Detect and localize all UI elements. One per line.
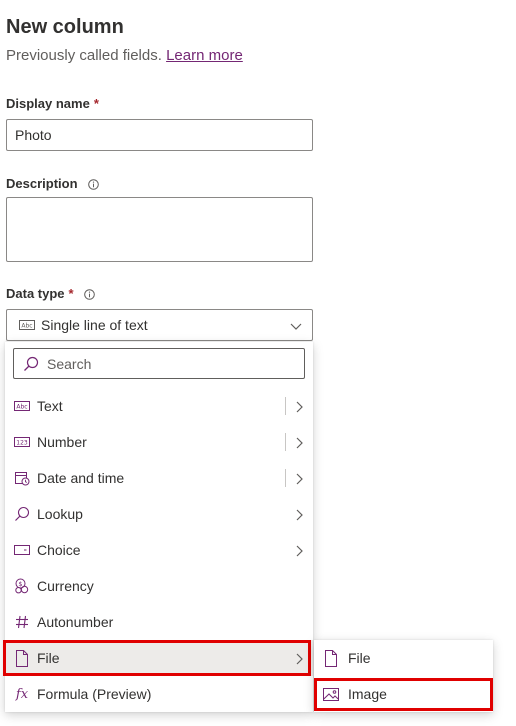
data-type-selected: Single line of text: [41, 317, 148, 333]
choice-icon: [13, 541, 31, 559]
submenu-item-file[interactable]: File: [314, 640, 493, 676]
menu-item-file[interactable]: File: [5, 640, 313, 676]
submenu-item-image[interactable]: Image: [314, 676, 493, 712]
info-icon[interactable]: [87, 178, 99, 190]
menu-item-lookup[interactable]: Lookup: [5, 496, 313, 532]
image-icon: [322, 685, 340, 703]
data-type-label: Data type *: [6, 286, 95, 301]
chevron-right-icon: [294, 508, 304, 521]
currency-icon: $: [13, 577, 31, 595]
subtitle-text: Previously called fields.: [6, 47, 162, 64]
menu-item-autonumber[interactable]: Autonumber: [5, 604, 313, 640]
display-name-input[interactable]: Photo: [6, 119, 313, 151]
search-placeholder: Search: [47, 355, 92, 372]
description-label: Description: [6, 176, 99, 191]
chevron-right-icon: [294, 472, 304, 485]
data-type-menu: Search Abc Text 123 Number Date and time…: [5, 342, 313, 712]
abc-text-icon: Abc: [13, 397, 31, 415]
info-icon[interactable]: [83, 288, 95, 300]
chevron-right-icon: [294, 544, 304, 557]
chevron-right-icon: [294, 400, 304, 413]
file-icon: [322, 649, 340, 667]
display-name-label: Display name *: [6, 96, 99, 111]
search-icon: [13, 505, 31, 523]
description-textarea[interactable]: [6, 197, 313, 262]
menu-item-currency[interactable]: $ Currency: [5, 568, 313, 604]
panel-subtitle: Previously called fields. Learn more: [6, 47, 243, 64]
menu-search-input[interactable]: Search: [13, 348, 305, 379]
menu-item-formula[interactable]: fx Formula (Preview): [5, 676, 313, 712]
search-icon: [24, 356, 39, 371]
menu-item-choice[interactable]: Choice: [5, 532, 313, 568]
data-type-dropdown[interactable]: Abc Single line of text: [6, 309, 313, 341]
menu-item-date-and-time[interactable]: Date and time: [5, 460, 313, 496]
chevron-right-icon: [294, 652, 304, 665]
svg-text:Abc: Abc: [16, 403, 27, 410]
calendar-clock-icon: [13, 469, 31, 487]
svg-text:fx: fx: [15, 687, 29, 702]
menu-item-text[interactable]: Abc Text: [5, 388, 313, 424]
svg-text:123: 123: [16, 439, 28, 446]
chevron-right-icon: [294, 436, 304, 449]
required-marker: *: [93, 96, 99, 111]
file-icon: [13, 649, 31, 667]
svg-text:$: $: [18, 580, 22, 588]
svg-text:Abc: Abc: [21, 322, 32, 329]
number-123-icon: 123: [13, 433, 31, 451]
chevron-down-icon: [290, 319, 302, 331]
abc-text-icon: Abc: [19, 317, 35, 333]
file-submenu: File Image: [314, 640, 493, 712]
panel-title: New column: [6, 16, 124, 38]
menu-item-number[interactable]: 123 Number: [5, 424, 313, 460]
hash-icon: [13, 613, 31, 631]
fx-icon: fx: [13, 685, 31, 703]
learn-more-link[interactable]: Learn more: [166, 47, 243, 64]
required-marker: *: [68, 286, 74, 301]
